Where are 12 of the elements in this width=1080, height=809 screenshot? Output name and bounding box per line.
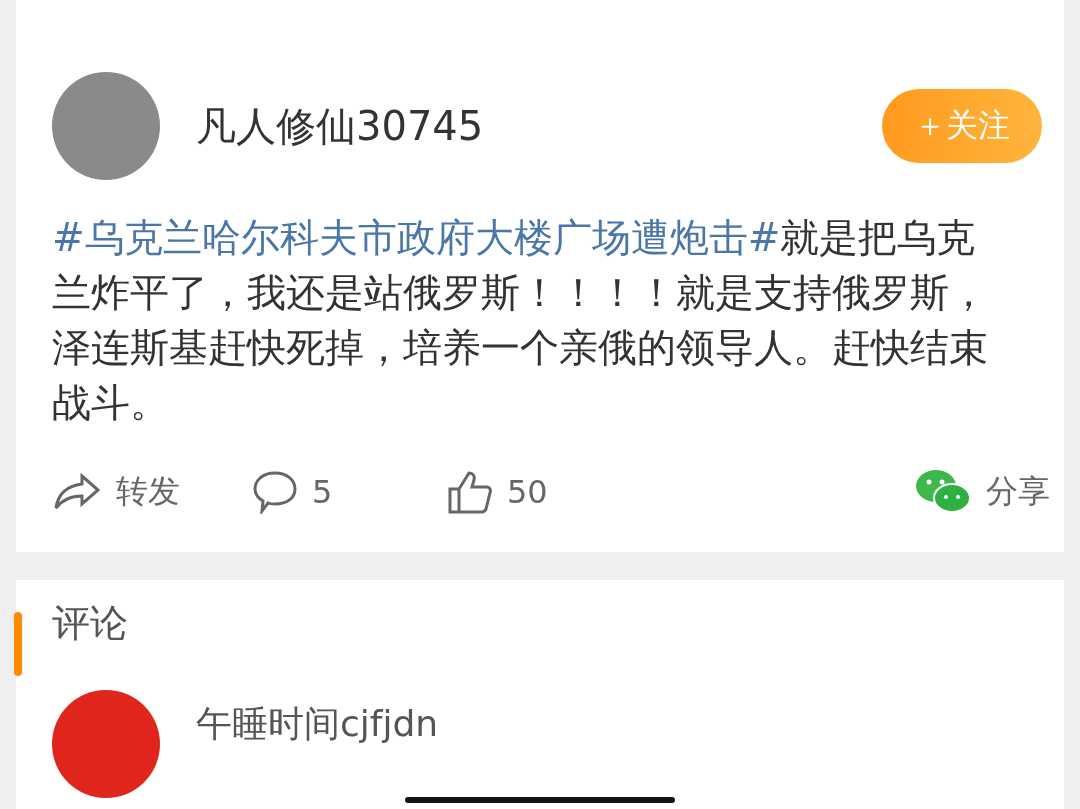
speech-bubble-icon [252, 470, 298, 514]
share-button[interactable]: 分享 [914, 468, 1050, 516]
post-text: #乌克兰哈尔科夫市政府大楼广场遭炮击#就是把乌克兰炸平了，我还是站俄罗斯！！！！就是支持俄罗斯，泽连斯基赶快死掉，培养一个亲俄的领导人。赶快结束战斗。 [52, 214, 989, 427]
comment-button[interactable]: 5 [252, 470, 447, 514]
like-button[interactable]: 50 [447, 469, 914, 515]
author-name: 凡人修仙30745 [196, 101, 485, 151]
commenter-name: 午睡时间cjfjdn [196, 702, 439, 746]
comments-heading: 评论 [52, 599, 128, 647]
thumbs-up-icon [447, 469, 493, 515]
section-accent-bar [14, 612, 22, 676]
share-arrow-icon [52, 472, 102, 512]
repost-button[interactable]: 转发 [52, 470, 252, 514]
